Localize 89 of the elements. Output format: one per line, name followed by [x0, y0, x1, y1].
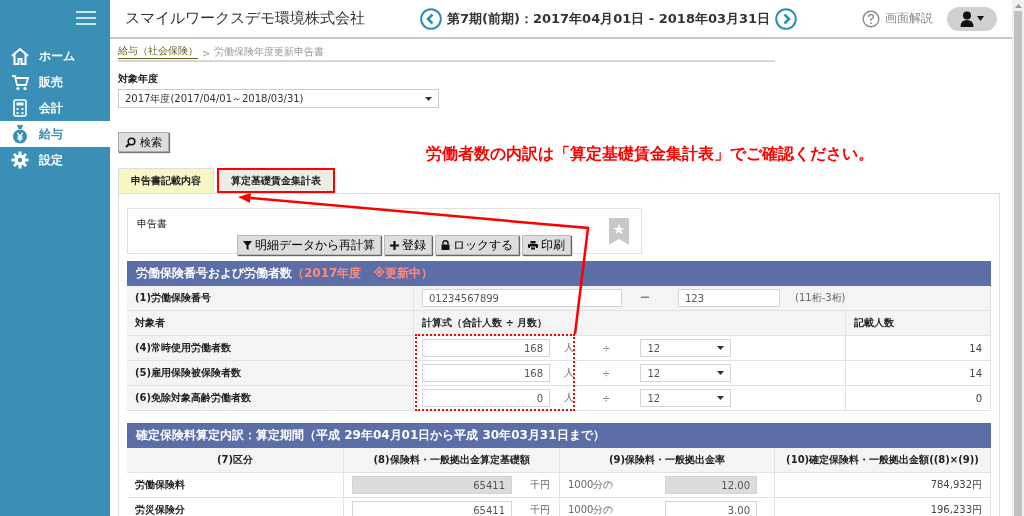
action-button[interactable]: 登録 — [384, 235, 432, 255]
rate-prefix: 1000分の — [568, 503, 615, 516]
table-cell: 労働保険料 — [127, 473, 344, 498]
annotation-note: 労働者数の内訳は「算定基礎賃金集計表」でご確認ください。 — [426, 144, 874, 165]
lock-icon — [441, 240, 450, 250]
input-field[interactable]: 123 — [678, 289, 780, 307]
year-dropdown[interactable]: 2017年度(2017/04/01～2018/03/31) — [118, 89, 439, 108]
tab[interactable]: 算定基礎賃金集計表 — [217, 168, 335, 193]
unit-label: 千円 — [530, 478, 550, 492]
section-title: 確定保険料算定内訳：算定期間（平成 29年04月01日から平成 30年03月31日まで） — [136, 427, 605, 444]
divide-sign: ÷ — [602, 367, 611, 379]
money-bag-icon — [11, 124, 29, 144]
divide-sign: ÷ — [602, 342, 611, 354]
next-period-icon[interactable] — [775, 7, 798, 30]
sidebar-item[interactable]: 設定 — [0, 147, 110, 173]
column-header: (10)確定保険料・一般拠出金額((8)×(9)) — [775, 448, 991, 473]
table-cell: 784,932円 — [775, 473, 991, 498]
scroll-up-icon[interactable] — [1014, 4, 1022, 8]
column-header: 記載人数 — [846, 311, 991, 336]
sidebar-item[interactable]: 給与 — [0, 121, 110, 147]
dash-separator: ー — [640, 291, 650, 305]
input-field[interactable]: 168 — [422, 364, 550, 382]
breadcrumb-link[interactable]: 給与（社会保険） — [118, 44, 198, 59]
unit-label: 千円 — [530, 503, 550, 516]
table-cell: 14 — [846, 336, 991, 361]
search-button[interactable]: 検索 — [118, 132, 169, 152]
table-cell: 0 — [846, 386, 991, 411]
gear-icon — [11, 151, 29, 169]
calculator-icon — [11, 99, 29, 117]
filter-icon — [243, 240, 252, 250]
unit-label: 人 — [564, 391, 574, 405]
breadcrumb-separator: > — [202, 48, 211, 59]
sidebar-item[interactable]: 会計 — [0, 95, 110, 121]
column-header: (8)保険料・一般拠出金算定基礎額 — [344, 448, 560, 473]
action-button[interactable]: 明細データから再計算 — [237, 235, 381, 255]
table-cell: (4)常時使用労働者数 — [127, 336, 414, 361]
scrollbar[interactable] — [1012, 0, 1024, 516]
previous-period-icon[interactable] — [420, 7, 442, 30]
menu-icon[interactable] — [76, 11, 96, 25]
unit-label: 人 — [564, 341, 574, 355]
table-cell: 労災保険分 — [127, 498, 344, 516]
input-field[interactable]: 65411 — [352, 501, 512, 516]
caret-icon — [717, 346, 725, 350]
action-button[interactable]: ロックする — [435, 235, 519, 255]
sidebar-item[interactable]: 販売 — [0, 69, 110, 95]
input-field[interactable]: 168 — [422, 339, 550, 357]
cart-icon — [11, 73, 29, 91]
caret-icon — [717, 371, 725, 375]
breadcrumb-current: 労働保険年度更新申告書 — [214, 45, 325, 59]
column-header: (9)保険料・一般拠出金率 — [560, 448, 775, 473]
column-header: 計算式（合計人数 ÷ 月数） — [414, 311, 846, 336]
card-title: 申告書 — [137, 217, 167, 231]
caret-icon — [717, 396, 725, 400]
input-field[interactable]: 0 — [422, 389, 550, 407]
input-field[interactable]: 01234567899 — [422, 289, 622, 307]
field-label: 対象年度 — [118, 72, 159, 86]
table-cell: (5)雇用保険被保険者数 — [127, 361, 414, 386]
company-name: スマイルワークスデモ環境株式会社 — [125, 9, 366, 28]
input-field[interactable]: 3.00 — [665, 501, 757, 516]
help-icon — [862, 9, 880, 28]
months-dropdown[interactable]: 12 — [640, 364, 732, 382]
home-icon — [11, 47, 29, 65]
table-cell: 196,233円 — [775, 498, 991, 516]
user-icon — [959, 10, 985, 27]
column-header: (7)区分 — [127, 448, 344, 473]
sidebar-item[interactable]: ホーム — [0, 43, 110, 69]
plus-icon — [390, 240, 399, 250]
table-cell: (6)免除対象高齢労働者数 — [127, 386, 414, 411]
format-hint: (11桁-3桁) — [795, 291, 846, 305]
section-title: 労働保険番号および労働者数 — [136, 265, 292, 282]
months-dropdown[interactable]: 12 — [640, 389, 732, 407]
printer-icon — [528, 240, 538, 250]
fiscal-period: 第7期(前期)：2017年04月01日 - 2018年03月31日 — [447, 9, 771, 28]
caret-icon — [425, 96, 432, 101]
months-dropdown[interactable]: 12 — [640, 339, 732, 357]
section-status: （2017年度 ※更新中） — [292, 265, 434, 282]
user-menu-button[interactable] — [947, 6, 997, 31]
table-cell: 14 — [846, 361, 991, 386]
unit-label: 人 — [564, 366, 574, 380]
action-button[interactable]: 印刷 — [522, 235, 571, 255]
help-link[interactable]: 画面解説 — [862, 9, 933, 28]
tab[interactable]: 申告書記載内容 — [118, 168, 214, 193]
column-header: 対象者 — [127, 311, 414, 336]
rate-prefix: 1000分の — [568, 478, 615, 492]
table-cell: (1)労働保険番号 — [127, 286, 414, 311]
bookmark-star-icon[interactable] — [609, 218, 629, 245]
scrollbar-thumb[interactable] — [1014, 11, 1022, 516]
search-icon — [125, 136, 136, 148]
divide-sign: ÷ — [602, 392, 611, 404]
